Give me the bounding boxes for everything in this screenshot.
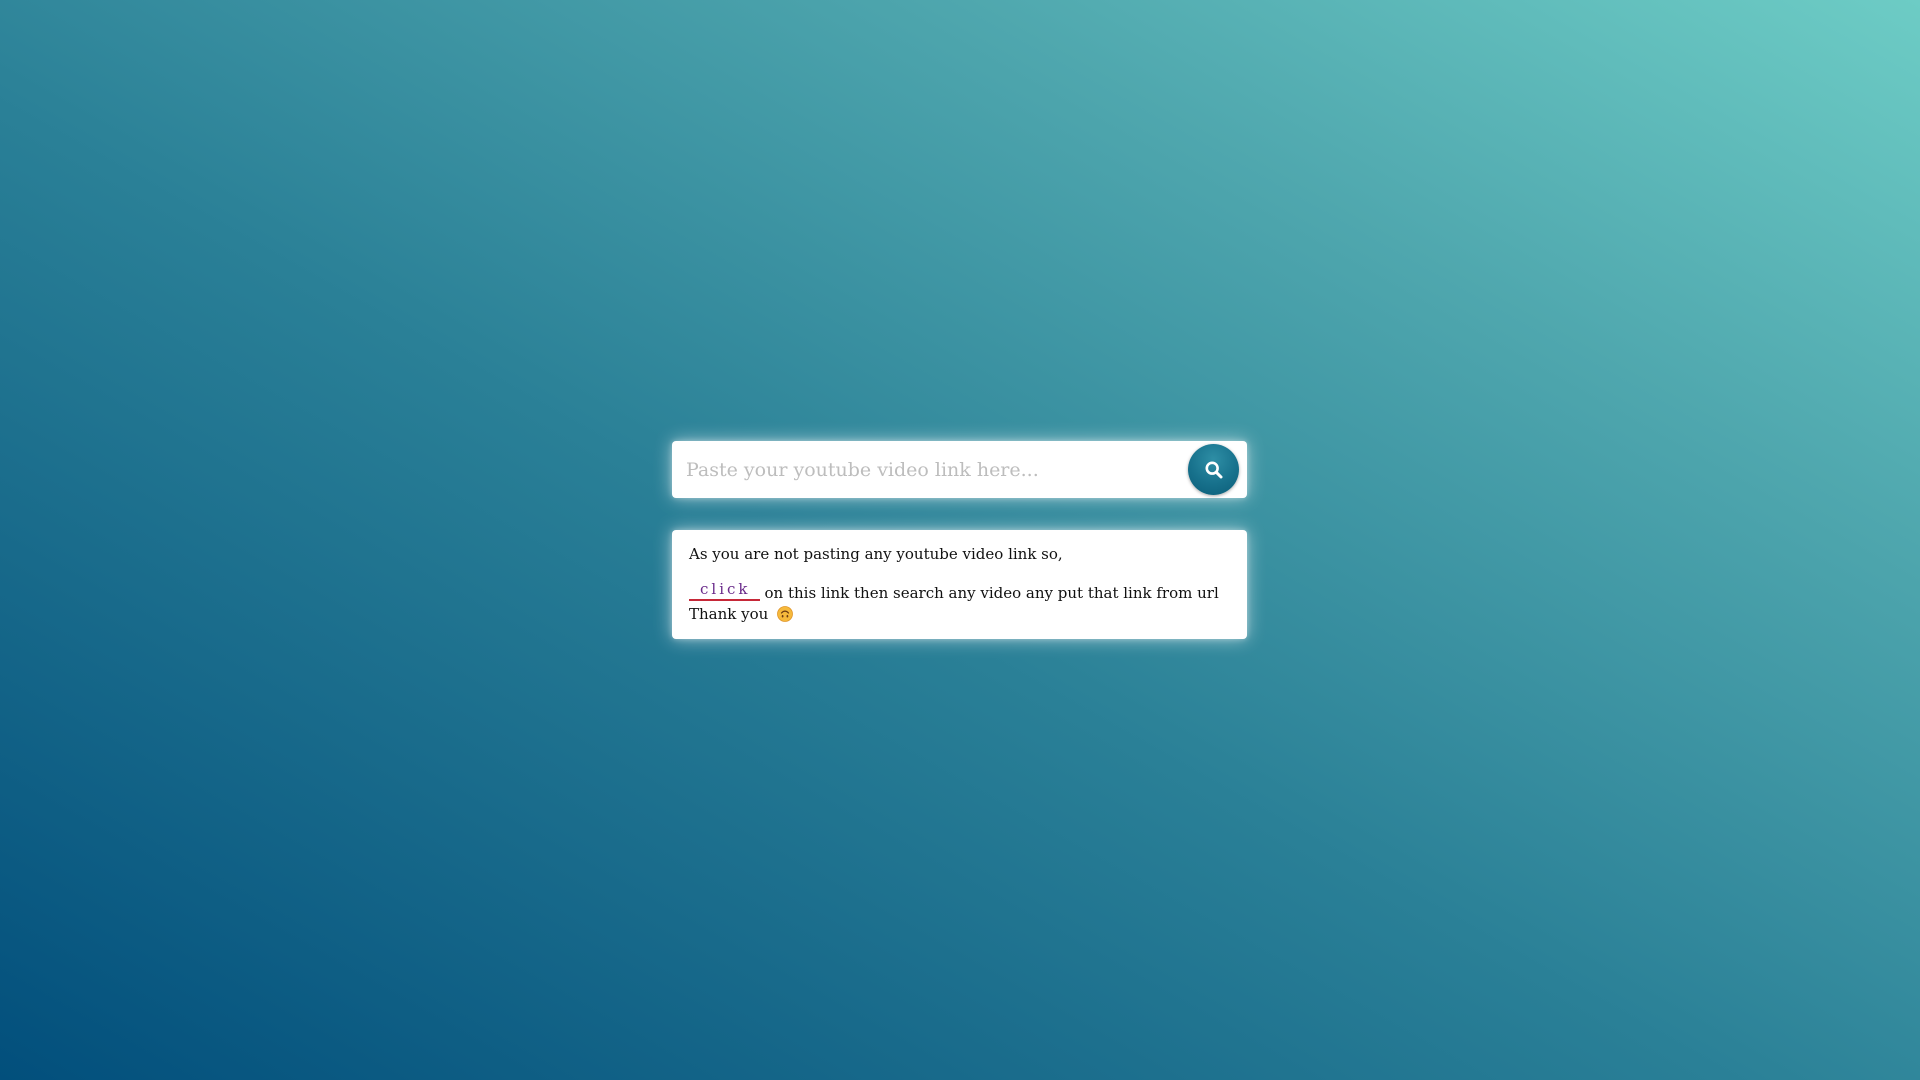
video-link-input[interactable] [672,441,1172,498]
info-message: As you are not pasting any youtube video… [672,530,1247,639]
search-button[interactable] [1188,444,1239,495]
upside-down-face-icon [777,606,793,625]
click-link[interactable]: click [689,582,760,601]
message-line-2: click on this link then search any video… [689,571,1231,601]
message-line-3: Thank you [689,601,1231,630]
search-icon [1204,460,1222,478]
search-bar [672,441,1247,498]
thank-you-text: Thank you [689,605,769,623]
message-line-2-text: on this link then search any video any p… [764,584,1219,602]
message-line-1: As you are not pasting any youtube video… [689,545,1063,563]
